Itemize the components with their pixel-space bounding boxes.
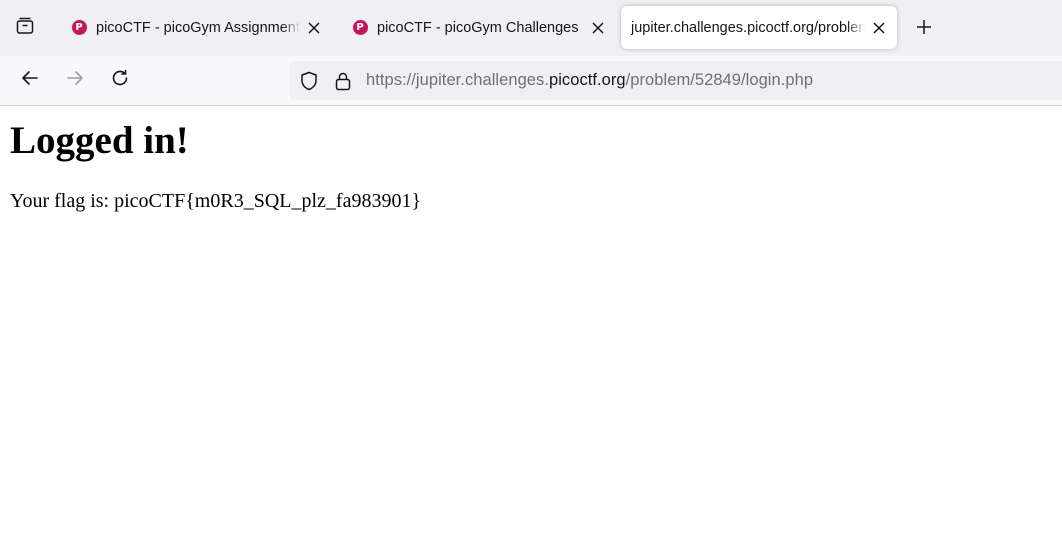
- back-button[interactable]: [14, 64, 46, 96]
- url-path: /problem/52849/login.php: [625, 71, 814, 89]
- tab-list-button[interactable]: [7, 10, 43, 46]
- tab-picogym-assignments[interactable]: P picoCTF - picoGym Assignments: [60, 6, 332, 49]
- reload-icon: [110, 68, 130, 93]
- tab-list-icon: [15, 16, 35, 41]
- page-heading: Logged in!: [10, 119, 189, 162]
- reload-button[interactable]: [104, 64, 136, 96]
- shield-icon[interactable]: [299, 71, 319, 91]
- tab-strip: P picoCTF - picoGym Assignments P picoCT…: [0, 0, 1062, 56]
- lock-icon[interactable]: [333, 71, 353, 91]
- flag-message: Your flag is: picoCTF{m0R3_SQL_plz_fa983…: [10, 190, 422, 212]
- url-prefix: https://jupiter.challenges.: [366, 71, 549, 89]
- tab-title: picoCTF - picoGym Challenges: [377, 19, 579, 36]
- tab-login-page[interactable]: jupiter.challenges.picoctf.org/problem/5…: [621, 6, 897, 49]
- arrow-left-icon: [20, 68, 40, 93]
- close-tab-icon[interactable]: [304, 18, 324, 38]
- page-content: Logged in! Your flag is: picoCTF{m0R3_SQ…: [0, 106, 1062, 554]
- picoctf-favicon-icon: P: [351, 18, 369, 37]
- close-tab-icon[interactable]: [588, 18, 608, 38]
- tab-title: jupiter.challenges.picoctf.org/problem/5…: [631, 19, 865, 36]
- picoctf-favicon-icon: P: [70, 18, 88, 37]
- url-text[interactable]: https://jupiter.challenges.picoctf.org/p…: [366, 71, 813, 90]
- url-domain: picoctf.org: [548, 71, 626, 89]
- address-bar[interactable]: https://jupiter.challenges.picoctf.org/p…: [289, 61, 1062, 100]
- new-tab-button[interactable]: [906, 11, 942, 47]
- plus-icon: [915, 18, 933, 41]
- close-tab-icon[interactable]: [869, 18, 889, 38]
- arrow-right-icon: [65, 68, 85, 93]
- navigation-toolbar: https://jupiter.challenges.picoctf.org/p…: [0, 56, 1062, 106]
- tab-picogym-challenges[interactable]: P picoCTF - picoGym Challenges: [341, 6, 616, 49]
- tab-title: picoCTF - picoGym Assignments: [96, 19, 300, 36]
- forward-button[interactable]: [59, 64, 91, 96]
